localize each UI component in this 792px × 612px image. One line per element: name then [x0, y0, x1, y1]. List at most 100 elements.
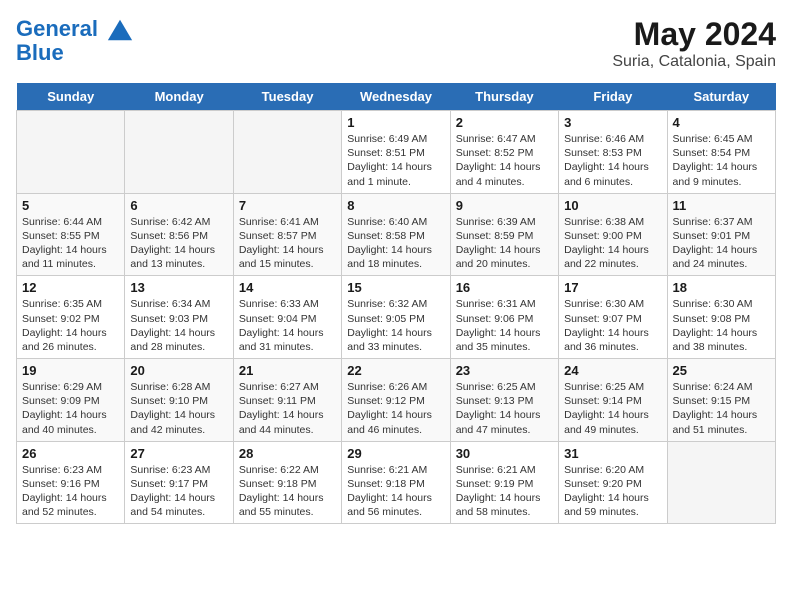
daylight-text: Daylight: 14 hours and 35 minutes.	[456, 326, 553, 354]
sunset-text: Sunset: 8:52 PM	[456, 146, 553, 160]
day-cell-23: 23Sunrise: 6:25 AMSunset: 9:13 PMDayligh…	[450, 359, 558, 442]
daylight-text: Daylight: 14 hours and 4 minutes.	[456, 160, 553, 188]
sunset-text: Sunset: 9:06 PM	[456, 312, 553, 326]
sunrise-text: Sunrise: 6:22 AM	[239, 463, 336, 477]
sunset-text: Sunset: 9:08 PM	[673, 312, 770, 326]
sunset-text: Sunset: 8:51 PM	[347, 146, 444, 160]
day-info: Sunrise: 6:21 AMSunset: 9:18 PMDaylight:…	[347, 463, 444, 520]
sunset-text: Sunset: 9:11 PM	[239, 394, 336, 408]
sunset-text: Sunset: 8:54 PM	[673, 146, 770, 160]
day-cell-18: 18 Sunrise: 6:30 AMSunset: 9:08 PMDayligh…	[667, 276, 775, 359]
sunset-text: Sunset: 9:09 PM	[22, 394, 119, 408]
day-info: Sunrise: 6:20 AMSunset: 9:20 PMDaylight:…	[564, 463, 661, 520]
sunset-text: Sunset: 8:57 PM	[239, 229, 336, 243]
sunrise-text: Sunrise: 6:23 AM	[130, 463, 227, 477]
daylight-text: Daylight: 14 hours and 52 minutes.	[22, 491, 119, 519]
day-cell-8: 8Sunrise: 6:40 AMSunset: 8:58 PMDaylight…	[342, 193, 450, 276]
day-info: Sunrise: 6:42 AMSunset: 8:56 PMDaylight:…	[130, 215, 227, 272]
sunrise-text: Sunrise: 6:31 AM	[456, 297, 553, 311]
day-cell-27: 27Sunrise: 6:23 AMSunset: 9:17 PMDayligh…	[125, 441, 233, 524]
sunset-text: Sunset: 9:04 PM	[239, 312, 336, 326]
sunrise-text: Sunrise: 6:20 AM	[564, 463, 661, 477]
day-cell-15: 15Sunrise: 6:32 AMSunset: 9:05 PMDayligh…	[342, 276, 450, 359]
col-header-saturday: Saturday	[667, 83, 775, 111]
daylight-text: Daylight: 14 hours and 11 minutes.	[22, 243, 119, 271]
logo-general: General	[16, 16, 98, 41]
daylight-text: Daylight: 14 hours and 42 minutes.	[130, 408, 227, 436]
sunrise-text: Sunrise: 6:46 AM	[564, 132, 661, 146]
daylight-text: Daylight: 14 hours and 58 minutes.	[456, 491, 553, 519]
day-info: Sunrise: 6:31 AMSunset: 9:06 PMDaylight:…	[456, 297, 553, 354]
day-info: Sunrise: 6:41 AMSunset: 8:57 PMDaylight:…	[239, 215, 336, 272]
day-number: 30	[456, 446, 553, 461]
sunset-text: Sunset: 9:20 PM	[564, 477, 661, 491]
week-row-5: 26Sunrise: 6:23 AMSunset: 9:16 PMDayligh…	[17, 441, 776, 524]
daylight-text: Daylight: 14 hours and 49 minutes.	[564, 408, 661, 436]
day-number: 11	[673, 198, 770, 213]
day-number: 22	[347, 363, 444, 378]
sunset-text: Sunset: 8:55 PM	[22, 229, 119, 243]
calendar-header-row: SundayMondayTuesdayWednesdayThursdayFrid…	[17, 83, 776, 111]
sunrise-text: Sunrise: 6:23 AM	[22, 463, 119, 477]
day-number: 14	[239, 280, 336, 295]
sunset-text: Sunset: 9:12 PM	[347, 394, 444, 408]
day-cell-29: 29 Sunrise: 6:21 AMSunset: 9:18 PMDayligh…	[342, 441, 450, 524]
empty-cell	[233, 111, 341, 194]
day-number: 17	[564, 280, 661, 295]
sunrise-text: Sunrise: 6:34 AM	[130, 297, 227, 311]
daylight-text: Daylight: 14 hours and 51 minutes.	[673, 408, 770, 436]
page-header: General Blue May 2024 Suria, Catalonia, …	[16, 16, 776, 71]
day-info: Sunrise: 6:29 AMSunset: 9:09 PMDaylight:…	[22, 380, 119, 437]
sunset-text: Sunset: 8:56 PM	[130, 229, 227, 243]
sunrise-text: Sunrise: 6:39 AM	[456, 215, 553, 229]
sunrise-text: Sunrise: 6:49 AM	[347, 132, 444, 146]
week-row-3: 12Sunrise: 6:35 AMSunset: 9:02 PMDayligh…	[17, 276, 776, 359]
sunset-text: Sunset: 9:00 PM	[564, 229, 661, 243]
day-number: 31	[564, 446, 661, 461]
sunrise-text: Sunrise: 6:30 AM	[564, 297, 661, 311]
sunrise-text: Sunrise: 6:28 AM	[130, 380, 227, 394]
sunset-text: Sunset: 8:53 PM	[564, 146, 661, 160]
sunrise-text: Sunrise: 6:25 AM	[456, 380, 553, 394]
day-number: 18	[673, 280, 770, 295]
sunset-text: Sunset: 9:01 PM	[673, 229, 770, 243]
empty-cell	[667, 441, 775, 524]
day-info: Sunrise: 6:30 AMSunset: 9:08 PMDaylight:…	[673, 297, 770, 354]
daylight-text: Daylight: 14 hours and 33 minutes.	[347, 326, 444, 354]
col-header-thursday: Thursday	[450, 83, 558, 111]
sunrise-text: Sunrise: 6:35 AM	[22, 297, 119, 311]
day-number: 29	[347, 446, 444, 461]
daylight-text: Daylight: 14 hours and 24 minutes.	[673, 243, 770, 271]
sunrise-text: Sunrise: 6:42 AM	[130, 215, 227, 229]
daylight-text: Daylight: 14 hours and 22 minutes.	[564, 243, 661, 271]
day-info: Sunrise: 6:25 AMSunset: 9:13 PMDaylight:…	[456, 380, 553, 437]
day-cell-1: 1Sunrise: 6:49 AMSunset: 8:51 PMDaylight…	[342, 111, 450, 194]
day-cell-11: 11 Sunrise: 6:37 AMSunset: 9:01 PMDayligh…	[667, 193, 775, 276]
day-info: Sunrise: 6:21 AMSunset: 9:19 PMDaylight:…	[456, 463, 553, 520]
day-cell-12: 12Sunrise: 6:35 AMSunset: 9:02 PMDayligh…	[17, 276, 125, 359]
daylight-text: Daylight: 14 hours and 56 minutes.	[347, 491, 444, 519]
day-info: Sunrise: 6:33 AMSunset: 9:04 PMDaylight:…	[239, 297, 336, 354]
daylight-text: Daylight: 14 hours and 26 minutes.	[22, 326, 119, 354]
week-row-4: 19Sunrise: 6:29 AMSunset: 9:09 PMDayligh…	[17, 359, 776, 442]
sunrise-text: Sunrise: 6:37 AM	[673, 215, 770, 229]
sunrise-text: Sunrise: 6:27 AM	[239, 380, 336, 394]
sunset-text: Sunset: 9:15 PM	[673, 394, 770, 408]
day-info: Sunrise: 6:22 AMSunset: 9:18 PMDaylight:…	[239, 463, 336, 520]
logo: General Blue	[16, 16, 134, 66]
day-info: Sunrise: 6:30 AMSunset: 9:07 PMDaylight:…	[564, 297, 661, 354]
day-cell-9: 9Sunrise: 6:39 AMSunset: 8:59 PMDaylight…	[450, 193, 558, 276]
col-header-monday: Monday	[125, 83, 233, 111]
day-cell-2: 2Sunrise: 6:47 AMSunset: 8:52 PMDaylight…	[450, 111, 558, 194]
day-info: Sunrise: 6:32 AMSunset: 9:05 PMDaylight:…	[347, 297, 444, 354]
day-info: Sunrise: 6:39 AMSunset: 8:59 PMDaylight:…	[456, 215, 553, 272]
day-number: 20	[130, 363, 227, 378]
day-cell-17: 17 Sunrise: 6:30 AMSunset: 9:07 PMDayligh…	[559, 276, 667, 359]
daylight-text: Daylight: 14 hours and 28 minutes.	[130, 326, 227, 354]
logo-icon	[106, 16, 134, 44]
day-cell-19: 19Sunrise: 6:29 AMSunset: 9:09 PMDayligh…	[17, 359, 125, 442]
sunrise-text: Sunrise: 6:44 AM	[22, 215, 119, 229]
day-cell-21: 21Sunrise: 6:27 AMSunset: 9:11 PMDayligh…	[233, 359, 341, 442]
sunset-text: Sunset: 9:02 PM	[22, 312, 119, 326]
day-number: 24	[564, 363, 661, 378]
